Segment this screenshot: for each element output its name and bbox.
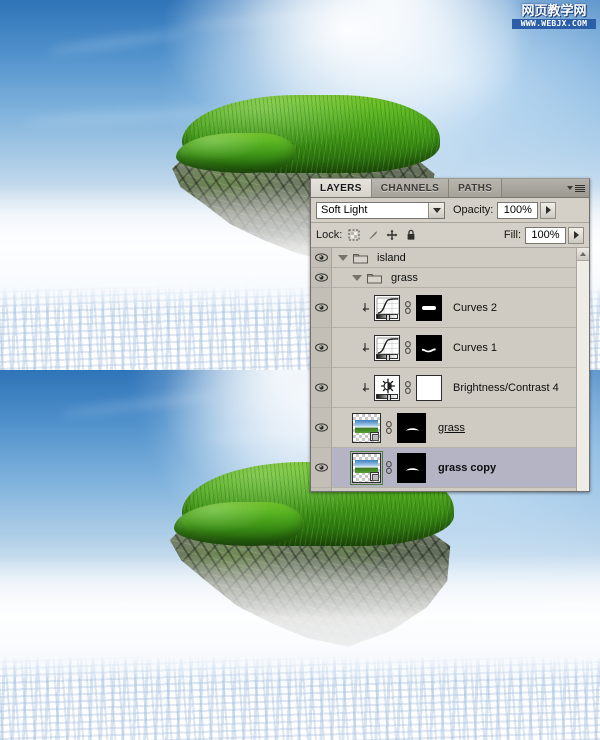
blend-mode-select[interactable]: Soft Light — [316, 201, 445, 219]
folder-icon — [353, 253, 368, 263]
layer-name: grass — [438, 421, 465, 434]
link-icon[interactable] — [385, 421, 393, 434]
layer-list-scrollbar[interactable] — [576, 248, 589, 491]
blend-opacity-row: Soft Light Opacity: 100% — [311, 198, 589, 223]
curves-thumbnail-icon[interactable] — [374, 294, 400, 321]
layer-rows[interactable]: island grass Curves 2 Curves 1 Brightnes… — [332, 248, 576, 491]
layer-row-brightness-contrast-4[interactable]: Brightness/Contrast 4 — [332, 368, 576, 408]
eye-icon — [314, 252, 328, 264]
cloud-sea — [0, 555, 600, 740]
layer-list[interactable]: island grass Curves 2 Curves 1 Brightnes… — [311, 248, 589, 491]
eye-icon — [314, 462, 328, 474]
layer-mask-thumbnail[interactable] — [397, 412, 426, 443]
disclosure-triangle-icon[interactable] — [352, 274, 362, 281]
eye-icon — [314, 272, 328, 284]
smart-object-badge-icon — [370, 431, 379, 441]
visibility-column[interactable] — [311, 248, 332, 491]
fill-label: Fill: — [503, 229, 521, 241]
layer-mask-thumbnail[interactable] — [416, 294, 442, 321]
watermark-url: WWW.WEBJX.COM — [512, 19, 596, 29]
layer-thumbnail[interactable] — [352, 412, 381, 443]
link-icon[interactable] — [404, 341, 412, 354]
lock-image-pixels-icon[interactable] — [367, 229, 379, 241]
link-icon[interactable] — [404, 381, 412, 394]
tab-paths[interactable]: PATHS — [449, 179, 503, 197]
eye-icon — [314, 302, 328, 314]
island-grass-lip — [174, 502, 304, 546]
chevron-down-icon[interactable] — [428, 202, 444, 218]
curves-thumbnail-icon[interactable] — [374, 334, 400, 361]
layer-row-curves-2[interactable]: Curves 2 — [332, 288, 576, 328]
layer-name: Brightness/Contrast 4 — [453, 381, 559, 394]
layers-panel[interactable]: LAYERS CHANNELS PATHS Soft Light Opacity… — [310, 178, 590, 492]
layer-row-curves-1[interactable]: Curves 1 — [332, 328, 576, 368]
visibility-toggle-grass-copy[interactable] — [311, 448, 331, 488]
panel-menu-icon — [566, 184, 585, 192]
lock-fill-row: Lock: Fill: 100% — [311, 223, 589, 248]
layer-row-grass-group[interactable]: grass — [332, 268, 576, 288]
eye-icon — [314, 342, 328, 354]
layer-row-grass-copy[interactable]: grass copy — [332, 448, 576, 488]
layer-name: Curves 1 — [453, 341, 498, 354]
clipping-arrow-icon — [362, 342, 369, 352]
tab-channels[interactable]: CHANNELS — [371, 179, 450, 197]
watermark-brand: 网页教学网 — [521, 4, 587, 19]
fill-stepper-icon[interactable] — [568, 226, 584, 244]
visibility-toggle-brightness-contrast-4[interactable] — [311, 368, 331, 408]
panel-tab-bar[interactable]: LAYERS CHANNELS PATHS — [311, 179, 589, 198]
layer-name: island — [377, 251, 406, 264]
layer-row-island[interactable]: island — [332, 248, 576, 268]
opacity-control[interactable]: 100% — [497, 201, 557, 219]
layer-mask-thumbnail[interactable] — [416, 334, 442, 361]
folder-icon — [367, 273, 382, 283]
lock-label: Lock: — [316, 229, 343, 241]
disclosure-triangle-icon[interactable] — [338, 254, 348, 261]
visibility-toggle-island[interactable] — [311, 248, 331, 268]
lock-icon-group[interactable] — [348, 229, 417, 241]
layer-name: grass — [391, 271, 418, 284]
fill-control[interactable]: 100% — [525, 226, 584, 244]
link-icon[interactable] — [404, 301, 412, 314]
eye-icon — [314, 382, 328, 394]
opacity-input[interactable]: 100% — [497, 201, 539, 219]
clipping-arrow-icon — [362, 382, 369, 392]
layer-name: Curves 2 — [453, 301, 498, 314]
tab-bar-spacer — [502, 179, 565, 197]
layer-mask-thumbnail[interactable] — [416, 374, 442, 401]
island-grass-lip — [176, 133, 296, 173]
layer-mask-thumbnail[interactable] — [397, 452, 426, 483]
watermark: 网页教学网 WWW.WEBJX.COM — [512, 4, 596, 29]
scroll-up-arrow-icon[interactable] — [577, 248, 589, 261]
clipping-arrow-icon — [362, 302, 369, 312]
panel-menu-button[interactable] — [565, 179, 589, 197]
link-icon[interactable] — [385, 461, 393, 474]
visibility-toggle-grass[interactable] — [311, 408, 331, 448]
smart-object-badge-icon — [370, 471, 379, 481]
visibility-toggle-grass-group[interactable] — [311, 268, 331, 288]
tab-layers[interactable]: LAYERS — [311, 179, 372, 197]
visibility-toggle-curves-2[interactable] — [311, 288, 331, 328]
layer-name: grass copy — [438, 461, 497, 474]
brightness-thumbnail-icon[interactable] — [374, 374, 400, 401]
opacity-label: Opacity: — [453, 204, 494, 216]
layer-thumbnail[interactable] — [350, 450, 383, 485]
lock-position-icon[interactable] — [386, 229, 398, 241]
lock-transparent-pixels-icon[interactable] — [348, 229, 360, 241]
scrollbar-track[interactable] — [577, 261, 589, 491]
eye-icon — [314, 422, 328, 434]
blend-mode-value: Soft Light — [321, 204, 368, 216]
lock-all-icon[interactable] — [405, 229, 417, 241]
layer-row-grass[interactable]: grass — [332, 408, 576, 448]
visibility-toggle-curves-1[interactable] — [311, 328, 331, 368]
fill-input[interactable]: 100% — [525, 226, 566, 244]
cloud-texture — [0, 654, 600, 740]
opacity-stepper-icon[interactable] — [540, 201, 557, 219]
